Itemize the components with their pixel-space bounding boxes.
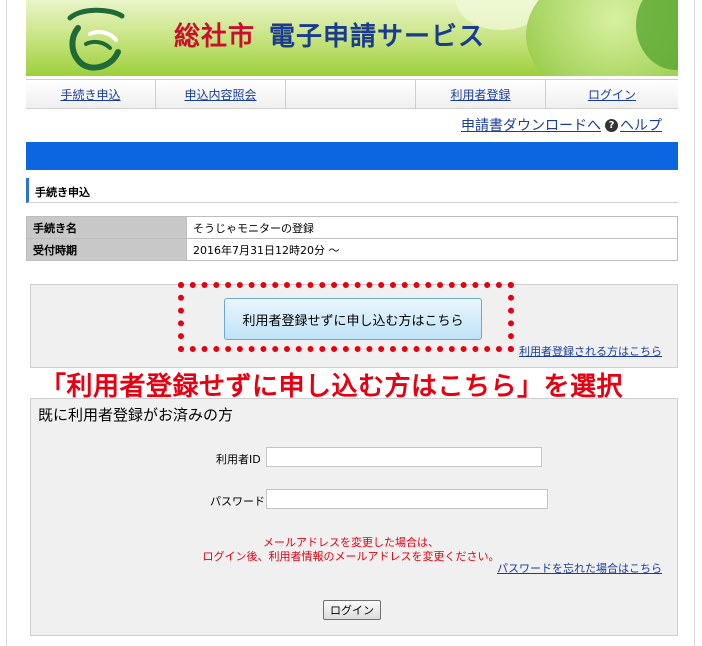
user-id-label: 利用者ID (216, 453, 261, 466)
nav-item-inquiry[interactable]: 申込内容照会 (156, 80, 286, 108)
nav-item-login[interactable]: ログイン (546, 80, 678, 108)
password-label: パスワード (210, 495, 265, 508)
city-name: 総社市 (174, 22, 256, 52)
help-link[interactable]: ヘルプ (620, 115, 662, 135)
header-banner: 総社市 電子申請サービス (26, 0, 678, 76)
main-nav: 手続き申込 申込内容照会 利用者登録 ログイン (26, 79, 678, 109)
register-user-link[interactable]: 利用者登録される方はこちら (519, 343, 662, 359)
password-input[interactable] (266, 489, 548, 509)
blue-header-bar (26, 142, 678, 170)
service-name: 電子申請サービス (269, 22, 486, 52)
procedure-name-label: 手続き名 (26, 216, 187, 239)
section-title: 手続き申込 (26, 178, 678, 203)
nav-item-blank (286, 80, 416, 108)
city-emblem-icon (67, 7, 125, 71)
notice-line: メールアドレスを変更した場合は、 (263, 536, 439, 549)
nav-item-apply[interactable]: 手続き申込 (26, 80, 156, 108)
nav-item-register[interactable]: 利用者登録 (416, 80, 546, 108)
procedure-name-value: そうじゃモニターの登録 (186, 216, 678, 239)
download-link[interactable]: 申請書ダウンロードへ (461, 115, 601, 135)
reception-period-value: 2016年7月31日12時20分 ～ (186, 238, 678, 261)
highlight-annotation-box (178, 282, 514, 352)
sub-nav: 申請書ダウンロードへ ? ヘルプ (461, 115, 662, 135)
user-id-input[interactable] (266, 447, 542, 467)
help-icon[interactable]: ? (605, 118, 618, 132)
forgot-password-link[interactable]: パスワードを忘れた場合はこちら (497, 560, 662, 576)
table-row: 受付時期 2016年7月31日12時20分 ～ (26, 238, 678, 261)
table-row: 手続き名 そうじゃモニターの登録 (26, 216, 678, 239)
login-panel-title: 既に利用者登録がお済みの方 (38, 406, 234, 424)
site-title: 総社市 電子申請サービス (174, 16, 485, 53)
login-button[interactable]: ログイン (323, 600, 381, 620)
procedure-info-table: 手続き名 そうじゃモニターの登録 受付時期 2016年7月31日12時20分 ～ (26, 216, 678, 261)
reception-period-label: 受付時期 (26, 238, 187, 261)
